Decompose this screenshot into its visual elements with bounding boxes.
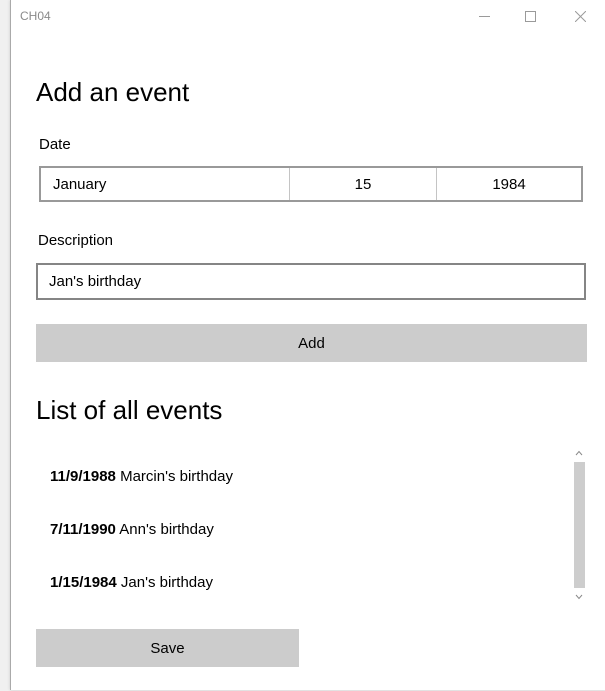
list-item[interactable]: 7/11/1990 Ann's birthday — [50, 521, 214, 538]
scrollbar-thumb[interactable] — [574, 462, 585, 588]
close-button[interactable] — [557, 0, 603, 32]
description-input[interactable] — [36, 263, 586, 300]
event-description: Marcin's birthday — [120, 468, 233, 485]
events-list-heading: List of all events — [36, 395, 223, 425]
maximize-icon — [525, 11, 536, 22]
minimize-icon — [479, 16, 490, 17]
scroll-down-button[interactable] — [571, 590, 587, 604]
description-label: Description — [38, 232, 114, 249]
event-description: Ann's birthday — [119, 521, 214, 538]
add-event-heading: Add an event — [36, 77, 190, 107]
events-list[interactable]: 11/9/1988 Marcin's birthday 7/11/1990 An… — [36, 446, 576, 604]
date-picker[interactable]: January 15 1984 — [39, 166, 583, 202]
date-picker-year[interactable]: 1984 — [437, 168, 581, 200]
event-description: Jan's birthday — [120, 574, 213, 591]
list-item[interactable]: 11/9/1988 Marcin's birthday — [50, 468, 233, 485]
app-window: CH04 Add an event Date January 15 1984 D… — [10, 0, 605, 690]
date-picker-month[interactable]: January — [41, 168, 290, 200]
event-date: 7/11/1990 — [50, 521, 116, 538]
save-button[interactable]: Save — [36, 629, 299, 667]
event-date: 1/15/1984 — [50, 574, 117, 591]
events-scrollbar[interactable] — [571, 446, 587, 604]
chevron-up-icon — [575, 450, 583, 456]
close-icon — [575, 11, 586, 22]
chevron-down-icon — [575, 594, 583, 600]
scroll-up-button[interactable] — [571, 446, 587, 460]
maximize-button[interactable] — [507, 0, 553, 32]
date-picker-day[interactable]: 15 — [290, 168, 437, 200]
date-label: Date — [39, 136, 71, 153]
minimize-button[interactable] — [461, 0, 507, 32]
window-title: CH04 — [20, 9, 51, 23]
event-date: 11/9/1988 — [50, 468, 116, 485]
title-bar[interactable]: CH04 — [11, 0, 605, 32]
list-item[interactable]: 1/15/1984 Jan's birthday — [50, 574, 213, 591]
add-button[interactable]: Add — [36, 324, 587, 362]
